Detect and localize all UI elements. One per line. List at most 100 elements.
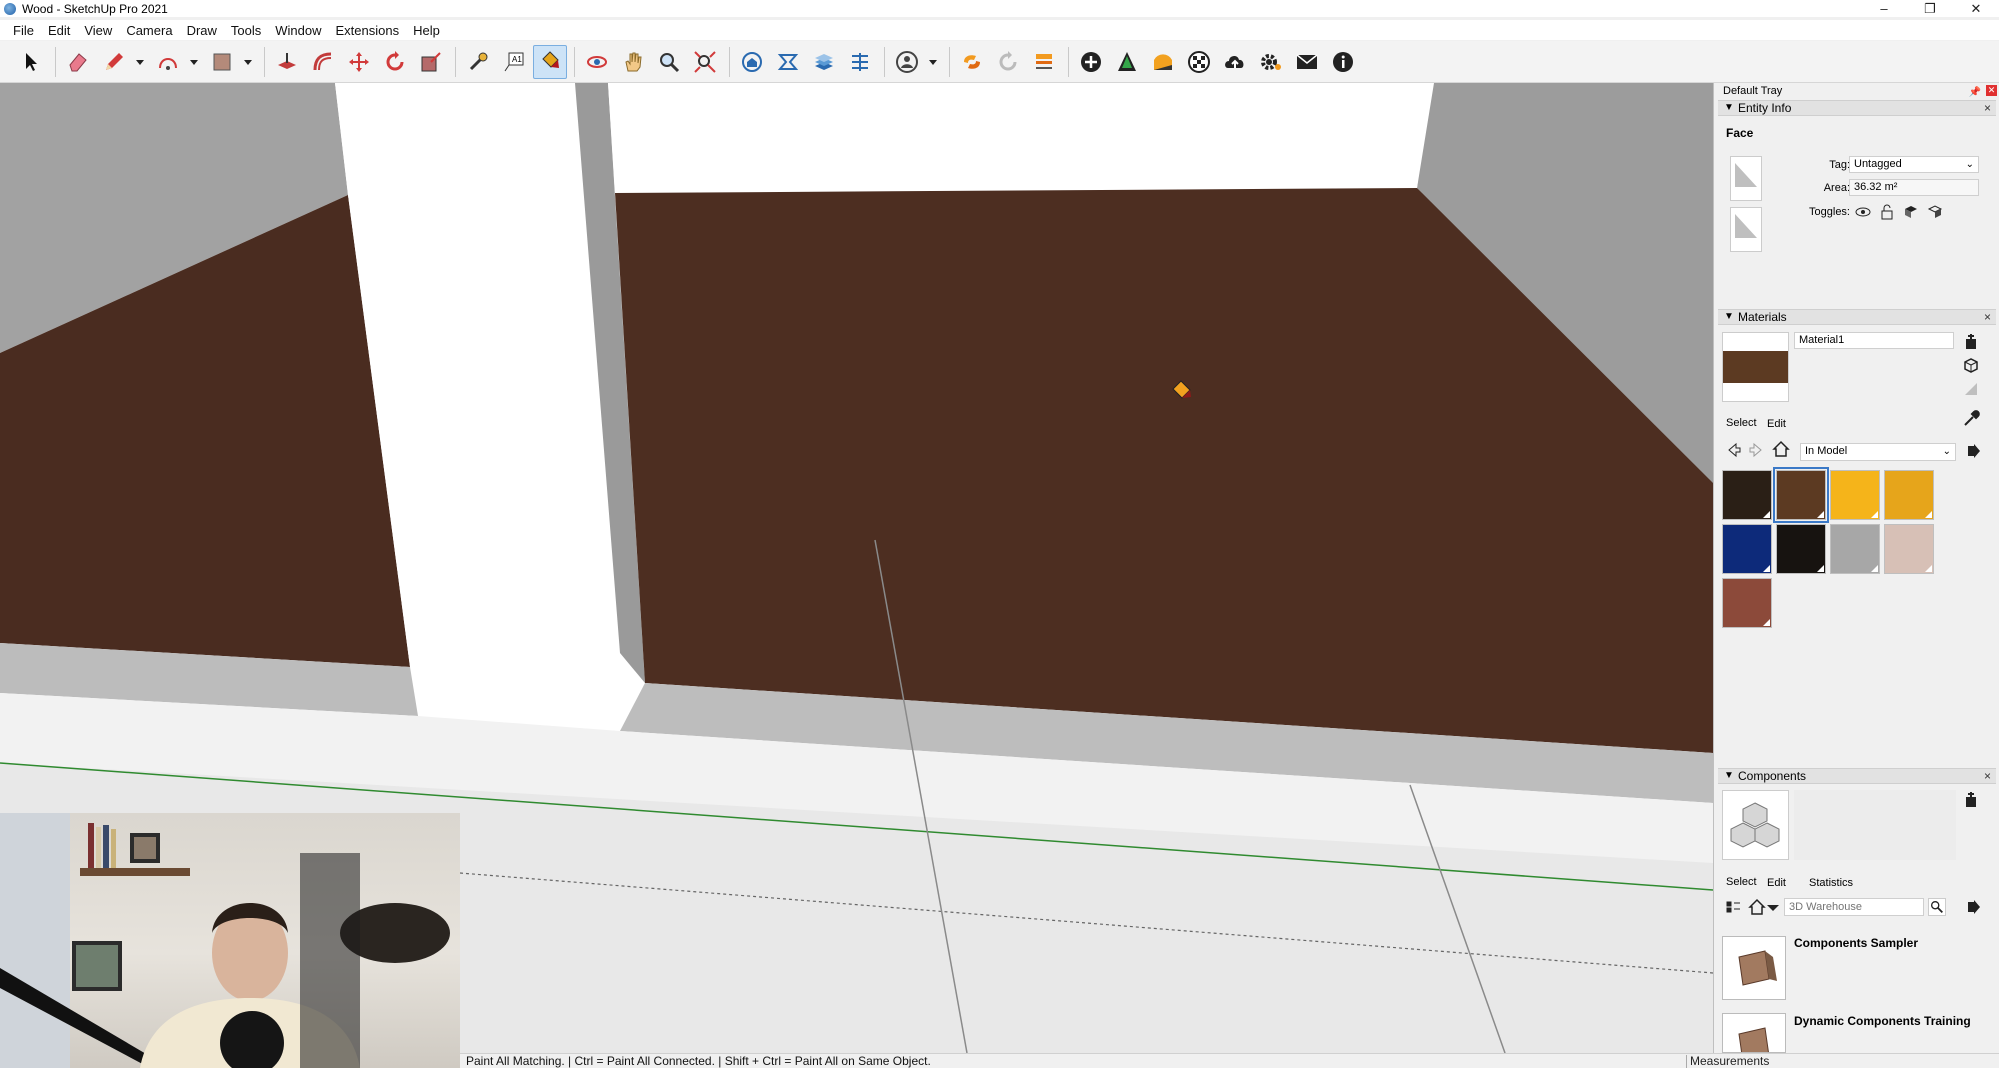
forward-arrow-icon[interactable] (1748, 441, 1766, 459)
rectangle-icon[interactable] (205, 45, 239, 79)
solid-tools-icon[interactable] (955, 45, 989, 79)
material-swatch[interactable] (1884, 470, 1934, 520)
front-material-preview[interactable] (1730, 156, 1762, 201)
back-arrow-icon[interactable] (1724, 441, 1742, 459)
tape-measure-icon[interactable] (461, 45, 495, 79)
material-swatch[interactable] (1830, 524, 1880, 574)
materials-tab-edit[interactable]: Edit (1767, 418, 1786, 430)
material-swatch[interactable] (1773, 467, 1829, 523)
extension-warehouse-icon[interactable] (771, 45, 805, 79)
components-tab-edit[interactable]: Edit (1767, 877, 1786, 889)
cloud-upload-icon[interactable] (1218, 45, 1252, 79)
move-icon[interactable] (342, 45, 376, 79)
menu-file[interactable]: File (6, 23, 41, 38)
gear-icon[interactable] (1254, 45, 1288, 79)
pin-icon[interactable]: 📌 (1969, 85, 1981, 101)
component-thumbnail-sampler[interactable] (1722, 936, 1786, 1000)
layout-icon[interactable] (807, 45, 841, 79)
user-icon[interactable] (890, 45, 924, 79)
components-tab-select[interactable]: Select (1726, 876, 1757, 888)
components-header[interactable]: ▼ Components × (1718, 768, 1996, 784)
lock-icon[interactable] (1878, 203, 1896, 221)
send-icon[interactable] (843, 45, 877, 79)
components-tab-statistics[interactable]: Statistics (1809, 877, 1853, 889)
zoom-icon[interactable] (652, 45, 686, 79)
offset-icon[interactable] (306, 45, 340, 79)
tag-select[interactable]: Untagged ⌄ (1849, 156, 1979, 173)
material-swatch[interactable] (1776, 524, 1826, 574)
entity-info-header[interactable]: ▼ Entity Info × (1718, 100, 1996, 116)
dropdown-arrow-icon[interactable] (241, 45, 255, 79)
view-options-icon[interactable] (1724, 898, 1742, 916)
visibility-eye-icon[interactable] (1854, 203, 1872, 221)
sample-paint-icon[interactable] (1962, 380, 1980, 398)
details-arrow-icon[interactable] (1964, 442, 1982, 460)
material-swatch[interactable] (1884, 524, 1934, 574)
materials-header[interactable]: ▼ Materials × (1718, 309, 1996, 325)
panel-close-icon[interactable]: × (1984, 769, 1991, 783)
pan-icon[interactable] (616, 45, 650, 79)
restore-button[interactable]: ❐ (1907, 0, 1953, 17)
pencil-icon[interactable] (97, 45, 131, 79)
toolbar-divider (884, 46, 885, 77)
materials-tab-select[interactable]: Select (1726, 417, 1757, 429)
details-arrow-icon[interactable] (1964, 898, 1982, 916)
material-swatch[interactable] (1722, 470, 1772, 520)
checker-icon[interactable] (1182, 45, 1216, 79)
default-material-icon[interactable] (1962, 356, 1980, 374)
home-icon[interactable] (1772, 440, 1790, 458)
paint-bucket-icon[interactable] (533, 44, 567, 79)
component-title-training[interactable]: Dynamic Components Training (1794, 1014, 1971, 1028)
panel-close-icon[interactable]: × (1984, 101, 1991, 115)
cast-shadows-icon[interactable] (1902, 203, 1920, 221)
mail-icon[interactable] (1290, 45, 1324, 79)
info-icon[interactable] (1326, 45, 1360, 79)
add-location-icon[interactable] (1074, 45, 1108, 79)
close-button[interactable]: ✕ (1953, 0, 1999, 17)
receive-shadows-icon[interactable] (1926, 203, 1944, 221)
material-swatch[interactable] (1722, 578, 1772, 628)
menu-edit[interactable]: Edit (41, 23, 77, 38)
eraser-icon[interactable] (61, 45, 95, 79)
dropdown-arrow-icon[interactable] (133, 45, 147, 79)
section-icon[interactable] (1027, 45, 1061, 79)
select-icon[interactable] (14, 45, 48, 79)
tray-close-icon[interactable]: ✕ (1986, 85, 1997, 96)
material-swatch[interactable] (1830, 470, 1880, 520)
component-title-sampler[interactable]: Components Sampler (1794, 936, 1918, 950)
panel-close-icon[interactable]: × (1984, 310, 1991, 324)
shadows-icon[interactable] (1146, 45, 1180, 79)
arc-icon[interactable] (151, 45, 185, 79)
menu-help[interactable]: Help (406, 23, 447, 38)
tree-icon[interactable] (1110, 45, 1144, 79)
warehouse-icon[interactable] (735, 45, 769, 79)
measurements-box[interactable]: Measurements (1686, 1053, 1999, 1068)
menu-camera[interactable]: Camera (119, 23, 179, 38)
menu-window[interactable]: Window (268, 23, 328, 38)
menu-draw[interactable]: Draw (180, 23, 224, 38)
sync-icon[interactable] (991, 45, 1025, 79)
search-icon[interactable] (1928, 898, 1946, 916)
menu-view[interactable]: View (77, 23, 119, 38)
material-library-select[interactable]: In Model ⌄ (1800, 443, 1956, 461)
orbit-icon[interactable] (580, 45, 614, 79)
minimize-button[interactable]: – (1861, 0, 1907, 17)
back-material-preview[interactable] (1730, 207, 1762, 252)
zoom-extents-icon[interactable] (688, 45, 722, 79)
rotate-icon[interactable] (378, 45, 412, 79)
push-pull-icon[interactable] (270, 45, 304, 79)
chevron-down-icon[interactable] (1764, 898, 1782, 916)
component-search-input[interactable] (1784, 898, 1924, 916)
material-name-field[interactable]: Material1 (1794, 332, 1954, 349)
component-thumbnail-training[interactable] (1722, 1013, 1786, 1053)
menu-tools[interactable]: Tools (224, 23, 268, 38)
dropdown-arrow-icon[interactable] (926, 45, 940, 79)
create-material-icon[interactable] (1962, 333, 1980, 351)
menu-extensions[interactable]: Extensions (329, 23, 407, 38)
scale-icon[interactable] (414, 45, 448, 79)
eyedropper-icon[interactable] (1962, 410, 1980, 428)
text-icon[interactable]: A1 (497, 45, 531, 79)
material-swatch[interactable] (1722, 524, 1772, 574)
create-component-icon[interactable] (1962, 791, 1980, 809)
dropdown-arrow-icon[interactable] (187, 45, 201, 79)
